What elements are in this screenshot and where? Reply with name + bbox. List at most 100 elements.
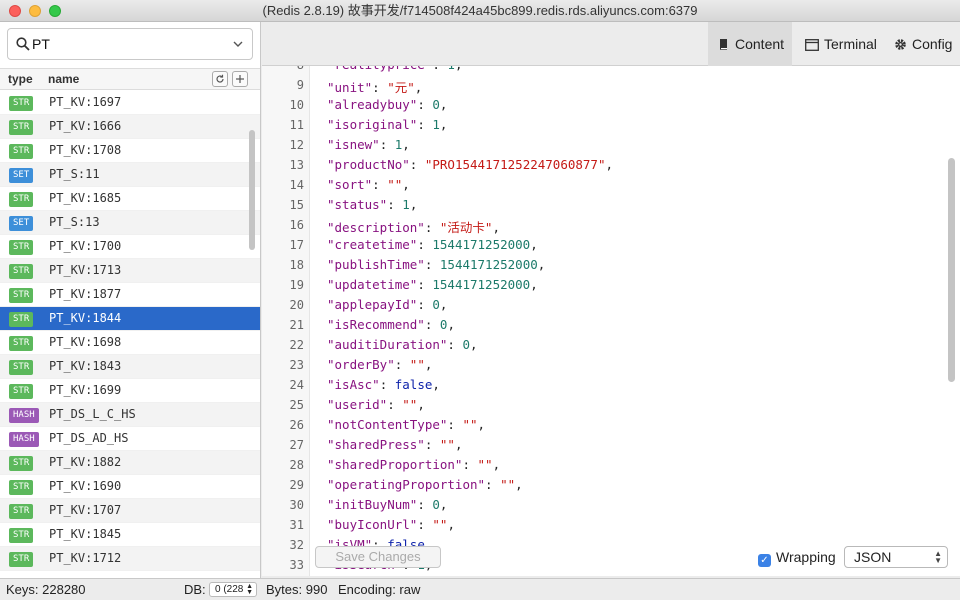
key-row[interactable]: STR PT_KV:1708 bbox=[0, 139, 260, 163]
json-value: 1544171252000 bbox=[432, 277, 531, 292]
key-row[interactable]: STR PT_KV:1844 bbox=[0, 307, 260, 331]
key-name: PT_KV:1699 bbox=[49, 383, 122, 397]
key-row[interactable]: STR PT_KV:1666 bbox=[0, 115, 260, 139]
key-row[interactable]: HASH PT_DS_AD_HS bbox=[0, 427, 260, 451]
select-arrows-icon: ▲ ▼ bbox=[246, 583, 253, 596]
line-number: 31 bbox=[289, 518, 304, 532]
json-key: "status" bbox=[327, 197, 388, 212]
json-key: "operatingProportion" bbox=[327, 477, 486, 492]
db-select[interactable]: 0 (228 ▲ ▼ bbox=[209, 582, 257, 597]
json-key: "sort" bbox=[327, 177, 373, 192]
save-changes-button[interactable]: Save Changes bbox=[315, 546, 441, 568]
key-search-box[interactable] bbox=[7, 28, 253, 60]
json-value: 0 bbox=[432, 497, 440, 512]
key-row[interactable]: HASH PT_DS_L_C_HS bbox=[0, 403, 260, 427]
json-value: "元" bbox=[387, 80, 415, 95]
key-list-scrollbar[interactable] bbox=[249, 130, 255, 250]
key-name: PT_KV:1698 bbox=[49, 335, 122, 349]
code-line: "buyIconUrl": "", bbox=[327, 517, 455, 532]
key-row[interactable]: STR PT_KV:1877 bbox=[0, 283, 260, 307]
line-number: 30 bbox=[289, 498, 304, 512]
json-value: 1544171252000 bbox=[439, 257, 538, 272]
key-row[interactable]: SET PT_S:11 bbox=[0, 163, 260, 187]
status-bar: Keys: 228280 DB: 0 (228 ▲ ▼ Bytes: 990 Enc… bbox=[0, 578, 960, 600]
sidebar: type name STR PT_KV:1697 STR PT_KV:1666 STR P… bbox=[0, 22, 261, 578]
key-type-badge: STR bbox=[9, 312, 34, 327]
editor-scrollbar[interactable] bbox=[948, 158, 955, 382]
key-row[interactable]: STR PT_KV:1698 bbox=[0, 331, 260, 355]
key-row[interactable]: STR PT_KV:1713 bbox=[0, 259, 260, 283]
code-line: "auditiDuration": 0, bbox=[327, 337, 478, 352]
column-header-type[interactable]: type bbox=[8, 72, 33, 86]
line-number: 9 bbox=[296, 78, 304, 92]
format-select[interactable]: JSON ▲ ▼ bbox=[844, 546, 948, 568]
close-window-button[interactable] bbox=[9, 5, 21, 17]
keys-count: Keys: 228280 bbox=[6, 582, 86, 597]
add-key-button[interactable] bbox=[232, 71, 248, 87]
tab-terminal-label: Terminal bbox=[824, 36, 877, 52]
json-key: "orderBy" bbox=[327, 357, 395, 372]
json-key: "publishTime" bbox=[327, 257, 425, 272]
key-row[interactable]: STR PT_KV:1712 bbox=[0, 547, 260, 571]
tab-content[interactable]: Content bbox=[708, 22, 792, 66]
tab-config[interactable]: Config bbox=[892, 22, 960, 66]
line-number: 20 bbox=[289, 298, 304, 312]
json-key: "auditiDuration" bbox=[327, 337, 448, 352]
key-name: PT_S:13 bbox=[49, 215, 100, 229]
key-row[interactable]: STR PT_KV:1690 bbox=[0, 475, 260, 499]
key-row[interactable]: STR PT_KV:1707 bbox=[0, 499, 260, 523]
key-type-badge: STR bbox=[9, 264, 34, 279]
zoom-window-button[interactable] bbox=[49, 5, 61, 17]
key-type-badge: STR bbox=[9, 480, 34, 495]
key-row[interactable]: STR PT_KV:1843 bbox=[0, 355, 260, 379]
json-key: "buyIconUrl" bbox=[327, 517, 418, 532]
key-row[interactable]: STR PT_KV:1845 bbox=[0, 523, 260, 547]
encoding-info: Encoding: raw bbox=[338, 582, 421, 597]
key-type-badge: STR bbox=[9, 336, 34, 351]
line-number: 18 bbox=[289, 258, 304, 272]
json-value: "" bbox=[439, 437, 455, 452]
code-line: "isnew": 1, bbox=[327, 137, 410, 152]
column-header-name[interactable]: name bbox=[48, 72, 79, 86]
key-row[interactable]: STR PT_KV:1699 bbox=[0, 379, 260, 403]
json-value: 1 bbox=[432, 117, 440, 132]
key-row[interactable]: STR PT_KV:1697 bbox=[0, 91, 260, 115]
line-number: 23 bbox=[289, 358, 304, 372]
chevron-down-icon[interactable] bbox=[232, 39, 244, 49]
key-row[interactable]: SET PT_S:13 bbox=[0, 211, 260, 235]
code-line: "operatingProportion": "", bbox=[327, 477, 523, 492]
json-value: "" bbox=[387, 177, 403, 192]
line-number-gutter: 8 9 10 11 12 13 14 15 16 17 18 19 20 21 22 23 24 25 26 27 28… bbox=[262, 66, 310, 576]
key-type-badge: STR bbox=[9, 504, 34, 519]
line-number: 29 bbox=[289, 478, 304, 492]
json-key: "applepayId" bbox=[327, 297, 418, 312]
refresh-button[interactable] bbox=[212, 71, 228, 87]
key-list-header: type name bbox=[0, 68, 260, 90]
tab-terminal[interactable]: Terminal bbox=[802, 22, 882, 66]
code-line: "isoriginal": 1, bbox=[327, 117, 448, 132]
key-row[interactable]: STR PT_KV:1685 bbox=[0, 187, 260, 211]
wrapping-checkbox[interactable]: ✓ bbox=[758, 554, 771, 567]
code-line: "productNo": "PRO1544171252247060877", bbox=[327, 157, 614, 172]
key-row[interactable]: STR PT_KV:1882 bbox=[0, 451, 260, 475]
key-list[interactable]: STR PT_KV:1697 STR PT_KV:1666 STR PT_KV:1708 S… bbox=[0, 91, 260, 577]
key-type-badge: HASH bbox=[9, 408, 39, 423]
minimize-window-button[interactable] bbox=[29, 5, 41, 17]
line-number: 22 bbox=[289, 338, 304, 352]
code-line: "publishTime": 1544171252000, bbox=[327, 257, 546, 272]
line-number: 19 bbox=[289, 278, 304, 292]
key-search-input[interactable] bbox=[32, 35, 222, 53]
key-name: PT_KV:1843 bbox=[49, 359, 122, 373]
json-value: "活动卡" bbox=[439, 220, 493, 235]
json-value: "" bbox=[432, 517, 448, 532]
editor-footer: Save Changes ✓ Wrapping JSON ▲ ▼ bbox=[262, 542, 960, 576]
key-row[interactable]: STR PT_KV:1700 bbox=[0, 235, 260, 259]
json-value: 0 bbox=[432, 97, 440, 112]
key-name: PT_KV:1685 bbox=[49, 191, 122, 205]
value-editor[interactable]: 8910111213141516171819202122232425262728… bbox=[262, 66, 960, 576]
line-number: 21 bbox=[289, 318, 304, 332]
key-name: PT_KV:1708 bbox=[49, 143, 122, 157]
wrapping-toggle[interactable]: ✓ Wrapping bbox=[758, 549, 836, 567]
key-name: PT_KV:1882 bbox=[49, 455, 122, 469]
code-line: "notContentType": "", bbox=[327, 417, 486, 432]
